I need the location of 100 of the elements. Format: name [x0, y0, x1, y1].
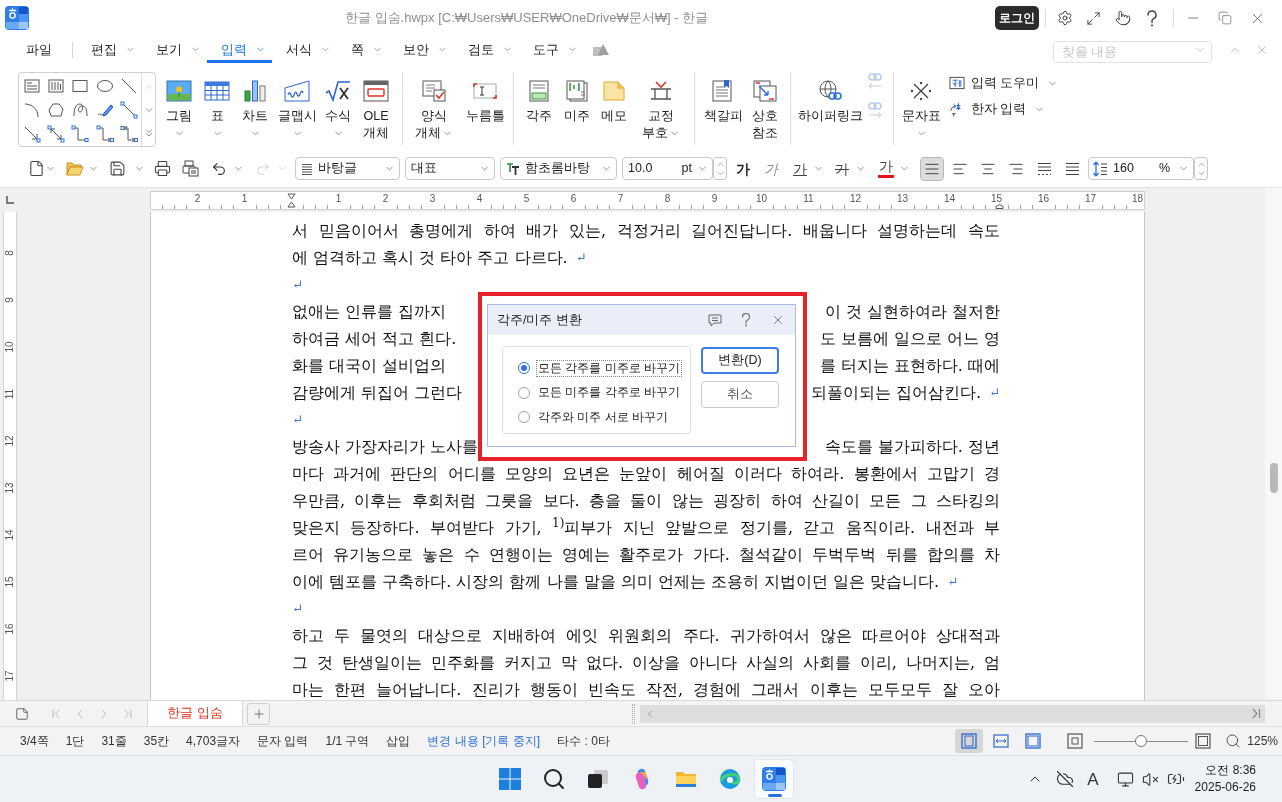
- undo-icon[interactable]: [211, 160, 227, 177]
- ribbon-small-button[interactable]: 입력 도우미: [949, 72, 1059, 94]
- print-icon[interactable]: [154, 160, 171, 177]
- task-view-icon[interactable]: [587, 769, 609, 789]
- radio-label[interactable]: 모든 미주를 각주로 바꾸기: [536, 384, 682, 402]
- slider-thumb[interactable]: [1135, 735, 1148, 747]
- underline-button[interactable]: 가: [788, 156, 812, 181]
- new-document-icon[interactable]: [28, 160, 45, 177]
- line-icon[interactable]: [119, 77, 138, 95]
- ribbon-small-button[interactable]: 한자 입력: [949, 98, 1059, 120]
- document-tab[interactable]: 한글 입숨: [147, 701, 243, 726]
- menu-tab[interactable]: 서식: [272, 36, 337, 63]
- rectangle-icon[interactable]: [71, 77, 90, 95]
- taskbar-button[interactable]: [754, 759, 794, 799]
- ribbon-button[interactable]: 누름틀: [463, 63, 507, 147]
- scrollbar-thumb[interactable]: [1269, 463, 1278, 493]
- radio-label[interactable]: 각주와 미주 서로 바꾸기: [536, 408, 670, 426]
- settings-icon[interactable]: [1056, 10, 1073, 26]
- print-preview-icon[interactable]: [182, 160, 199, 177]
- line-spacing-field[interactable]: 160 %: [1088, 157, 1194, 180]
- text-box-icon[interactable]: [23, 77, 41, 95]
- ribbon-button[interactable]: 글맵시: [274, 63, 320, 147]
- arc-icon[interactable]: [23, 101, 41, 119]
- ribbon-button[interactable]: 메모: [596, 63, 632, 147]
- app-logo-icon[interactable]: [762, 767, 786, 791]
- muted-speaker-icon[interactable]: [1141, 770, 1159, 788]
- start-icon[interactable]: [499, 768, 521, 790]
- font-dropdown[interactable]: 함초롬바탕: [500, 157, 617, 180]
- polygon-icon[interactable]: [47, 101, 66, 119]
- ribbon-button[interactable]: OLE 개체: [356, 63, 396, 147]
- swirl-circle-icon[interactable]: [718, 767, 742, 791]
- elbow-connector-icon[interactable]: [71, 125, 90, 143]
- ribbon-button[interactable]: 그림: [160, 63, 198, 147]
- spin-button[interactable]: [713, 157, 727, 180]
- curve-icon[interactable]: [71, 101, 90, 119]
- zoom-icon[interactable]: [1225, 733, 1242, 749]
- help-icon[interactable]: [741, 313, 751, 327]
- dialog-button[interactable]: 취소: [701, 381, 779, 408]
- open-folder-icon[interactable]: [66, 160, 84, 177]
- zoom-slider[interactable]: [1094, 735, 1189, 747]
- menu-tab[interactable]: 쪽: [337, 36, 389, 63]
- restore-icon[interactable]: [1218, 11, 1232, 25]
- cloud-off-icon[interactable]: [1056, 770, 1075, 788]
- ellipse-icon[interactable]: [95, 77, 114, 95]
- style-dropdown[interactable]: 바탕글: [295, 157, 400, 180]
- ribbon-button[interactable]: 차트: [236, 63, 274, 147]
- menu-tab[interactable]: 보안: [389, 36, 454, 63]
- vertical-scrollbar[interactable]: [1265, 188, 1282, 700]
- justify-button[interactable]: [920, 156, 944, 181]
- spin-button[interactable]: [1194, 157, 1208, 180]
- expand-icon[interactable]: [1086, 10, 1101, 26]
- menu-tab[interactable]: 입력: [207, 36, 272, 63]
- ribbon-button[interactable]: 교정 부호: [632, 63, 690, 147]
- font-color-button[interactable]: 가: [874, 156, 898, 181]
- vertical-text-box-icon[interactable]: [47, 77, 66, 95]
- status-link[interactable]: 변경 내용 [기록 중지]: [427, 732, 541, 750]
- right-margin-marker-icon[interactable]: [995, 203, 1004, 209]
- menu-tab[interactable]: 보기: [142, 36, 207, 63]
- italic-button[interactable]: 가: [759, 156, 783, 181]
- line-with-handles-icon[interactable]: [119, 101, 138, 119]
- ribbon-button[interactable]: 책갈피: [701, 63, 745, 147]
- page-icon[interactable]: [15, 706, 29, 721]
- arrow-icon[interactable]: [23, 125, 41, 143]
- ribbon-button[interactable]: 표: [198, 63, 236, 147]
- ribbon-button[interactable]: 미주: [558, 63, 596, 147]
- bold-button[interactable]: 가: [731, 156, 755, 181]
- double-arrow-icon[interactable]: [47, 125, 66, 143]
- menu-tab[interactable]: 파일: [12, 36, 58, 63]
- hand-pointer-icon[interactable]: [1114, 10, 1131, 26]
- comment-icon[interactable]: [708, 313, 722, 327]
- ribbon-button[interactable]: 수식: [320, 63, 356, 147]
- search-field[interactable]: 찾을 내용: [1053, 40, 1212, 63]
- scroll-end-icon[interactable]: [1252, 708, 1261, 719]
- input-indicator[interactable]: A: [1087, 770, 1099, 788]
- monitor-icon[interactable]: [1116, 770, 1134, 788]
- ribbon-button[interactable]: 문자표: [899, 63, 943, 147]
- language-dropdown[interactable]: 대표: [405, 157, 495, 180]
- radio-label[interactable]: 모든 각주를 미주로 바꾸기: [536, 359, 682, 377]
- horizontal-scrollbar[interactable]: [640, 704, 1265, 723]
- dialog-button[interactable]: 변환(D): [701, 347, 779, 374]
- ribbon-button[interactable]: 하이퍼링크: [797, 63, 863, 147]
- view-button[interactable]: [955, 729, 984, 753]
- ribbon-button[interactable]: 상호 참조: [745, 63, 785, 147]
- strikethrough-button[interactable]: 가: [830, 156, 854, 181]
- indent-marker-icon[interactable]: [287, 192, 296, 208]
- fit-page-icon[interactable]: [1195, 733, 1212, 749]
- menu-tab[interactable]: 편집: [77, 36, 142, 63]
- tab-stop-icon[interactable]: [5, 195, 15, 205]
- help-icon[interactable]: [1145, 9, 1158, 27]
- search-icon[interactable]: [542, 767, 566, 791]
- save-icon[interactable]: [109, 160, 126, 177]
- elbow-arrow-icon[interactable]: [95, 125, 114, 143]
- menu-tab[interactable]: 도구: [519, 36, 584, 63]
- ribbon-button[interactable]: 양식 개체: [405, 63, 463, 147]
- login-button[interactable]: 로그인: [995, 6, 1039, 30]
- menu-tab[interactable]: 검토: [454, 36, 519, 63]
- close-icon[interactable]: [771, 313, 785, 327]
- ribbon-button[interactable]: 각주: [520, 63, 558, 147]
- actual-size-icon[interactable]: [1067, 733, 1084, 749]
- font-size-field[interactable]: 10.0 pt: [622, 157, 713, 180]
